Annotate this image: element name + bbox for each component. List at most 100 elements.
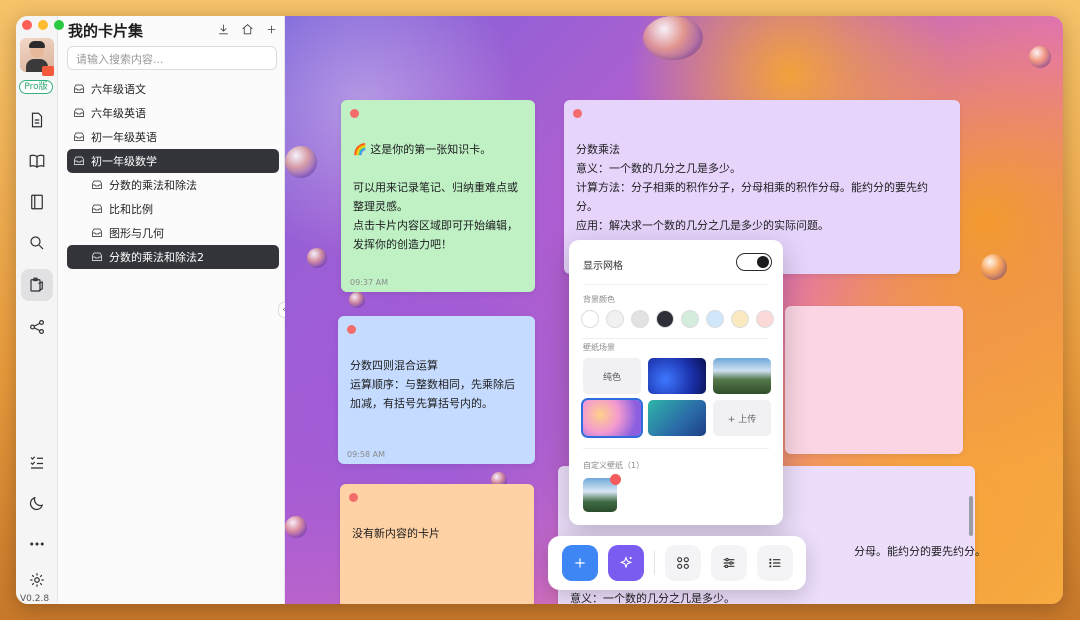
bubble-decoration xyxy=(285,516,307,538)
add-collection-button[interactable] xyxy=(264,22,278,36)
tree-item-label: 初一年级数学 xyxy=(91,155,157,168)
knowledge-card[interactable]: 没有新内容的卡片 xyxy=(340,484,534,604)
rail-document-button[interactable] xyxy=(21,104,53,136)
tree-item[interactable]: 六年级英语 xyxy=(67,101,279,125)
version-label: V0.2.8 xyxy=(20,594,50,604)
card-color-dot[interactable] xyxy=(350,109,359,118)
card-timestamp: 09:58 AM xyxy=(347,450,385,459)
color-swatch[interactable] xyxy=(756,310,774,328)
book-icon xyxy=(29,154,45,169)
rail-settings-button[interactable] xyxy=(21,564,53,596)
tree-item[interactable]: 分数的乘法和除法2 xyxy=(67,245,279,269)
rail-book-button[interactable] xyxy=(21,145,53,177)
wallpaper-label: 壁纸场景 xyxy=(583,343,615,352)
sliders-icon xyxy=(723,557,735,569)
bg-color-swatches xyxy=(581,310,774,328)
custom-wallpaper-thumb[interactable] xyxy=(583,474,621,512)
card-line: 没有新内容的卡片 xyxy=(352,527,440,540)
gift-icon[interactable] xyxy=(42,66,54,76)
add-card-button[interactable] xyxy=(562,545,598,581)
card-line: 分数四则混合运算 xyxy=(350,359,438,372)
tree-item-label: 六年级语文 xyxy=(91,83,146,96)
rail-share-button[interactable] xyxy=(21,311,53,343)
tree-item-label: 比和比例 xyxy=(109,203,153,216)
app-window: Pro版 V0.2.8 我的卡片集 请输入搜索内容... 六年级语文 六年级英语… xyxy=(16,16,1063,604)
tree-item[interactable]: 初一年级数学 xyxy=(67,149,279,173)
moon-icon xyxy=(29,496,44,511)
bottom-toolbar xyxy=(548,536,806,590)
color-swatch[interactable] xyxy=(606,310,624,328)
upload-wallpaper-button[interactable]: + 上传 xyxy=(713,400,771,436)
share-icon xyxy=(30,320,44,334)
tree-item[interactable]: 比和比例 xyxy=(67,197,279,221)
bg-color-label: 背景颜色 xyxy=(583,295,615,304)
search-icon xyxy=(30,236,44,250)
card-timestamp: 09:37 AM xyxy=(350,278,388,287)
plus-icon xyxy=(575,558,585,568)
notebook-icon xyxy=(31,194,43,210)
divider xyxy=(583,448,769,449)
color-swatch[interactable] xyxy=(731,310,749,328)
pro-badge[interactable]: Pro版 xyxy=(19,80,53,94)
rail-checklist-button[interactable] xyxy=(21,446,53,478)
tree-item[interactable]: 分数的乘法和除法 xyxy=(67,173,279,197)
wallpaper-bubbles[interactable] xyxy=(581,398,643,438)
wallpaper-teal-gradient[interactable] xyxy=(648,400,706,436)
download-icon xyxy=(218,24,228,34)
tree-item-label: 分数的乘法和除法 xyxy=(109,179,197,192)
color-swatch[interactable] xyxy=(581,310,599,328)
show-grid-toggle[interactable] xyxy=(736,253,772,271)
card-color-dot[interactable] xyxy=(347,325,356,334)
rail-theme-button[interactable] xyxy=(21,487,53,519)
color-swatch[interactable] xyxy=(656,310,674,328)
card-line: 应用：解决求一个数的几分之几是多少的实际问题。 xyxy=(576,219,829,232)
card-line: 可以用来记录笔记、归纳重难点或整理灵感。 xyxy=(353,181,518,213)
color-swatch[interactable] xyxy=(706,310,724,328)
rail-search-button[interactable] xyxy=(21,227,53,259)
grid-icon xyxy=(677,557,689,569)
clipboard-icon xyxy=(30,277,43,292)
canvas-settings-button[interactable] xyxy=(711,545,747,581)
wallpaper-blue-waves[interactable] xyxy=(648,358,706,394)
wallpaper-mountain[interactable] xyxy=(713,358,771,394)
tree-item[interactable]: 图形与几何 xyxy=(67,221,279,245)
download-button[interactable] xyxy=(216,22,230,36)
close-window-button[interactable] xyxy=(22,20,32,30)
card-color-dot[interactable] xyxy=(349,493,358,502)
collection-icon xyxy=(91,203,103,215)
rail-more-button[interactable] xyxy=(21,528,53,560)
grid-layout-button[interactable] xyxy=(665,545,701,581)
knowledge-card[interactable]: 分数四则混合运算 运算顺序：与整数相同，先乘除后加减，有括号先算括号内的。 09… xyxy=(338,316,535,464)
knowledge-card[interactable]: 🌈 这是你的第一张知识卡。 可以用来记录笔记、归纳重难点或整理灵感。 点击卡片内… xyxy=(341,100,535,292)
icon-rail: Pro版 V0.2.8 xyxy=(16,16,58,604)
rail-notebook-button[interactable] xyxy=(21,186,53,218)
color-swatch[interactable] xyxy=(631,310,649,328)
tree-item[interactable]: 六年级语文 xyxy=(67,77,279,101)
card-line: 计算方法：分子相乘的积作分子，分母相乘的积作分母。能约分的要先约分。 xyxy=(576,181,928,213)
bubble-decoration xyxy=(1029,46,1051,68)
collection-tree: 六年级语文六年级英语 初一年级英语初一年级数学分数的乘法和除法 比和比例图形与几何分… xyxy=(67,77,279,269)
plus-icon xyxy=(267,25,275,33)
ai-generate-button[interactable] xyxy=(608,545,644,581)
home-button[interactable] xyxy=(240,22,254,36)
color-swatch[interactable] xyxy=(681,310,699,328)
card-line xyxy=(353,159,523,178)
knowledge-card[interactable] xyxy=(785,306,963,454)
tree-item-label: 图形与几何 xyxy=(109,227,164,240)
minimize-window-button[interactable] xyxy=(38,20,48,30)
bubble-decoration xyxy=(349,292,365,308)
delete-icon[interactable] xyxy=(610,474,621,485)
card-line: 🌈 这是你的第一张知识卡。 xyxy=(353,143,492,156)
wallpaper-solid[interactable]: 纯色 xyxy=(583,358,641,394)
home-icon xyxy=(241,23,253,34)
divider xyxy=(583,284,769,285)
card-color-dot[interactable] xyxy=(573,109,582,118)
maximize-window-button[interactable] xyxy=(54,20,64,30)
gear-icon xyxy=(30,573,44,587)
tree-item[interactable]: 初一年级英语 xyxy=(67,125,279,149)
list-view-button[interactable] xyxy=(757,545,793,581)
bubble-decoration xyxy=(643,16,703,60)
card-scrollbar[interactable] xyxy=(969,496,973,536)
search-input[interactable]: 请输入搜索内容... xyxy=(67,46,277,70)
rail-clipboard-button[interactable] xyxy=(21,269,53,301)
